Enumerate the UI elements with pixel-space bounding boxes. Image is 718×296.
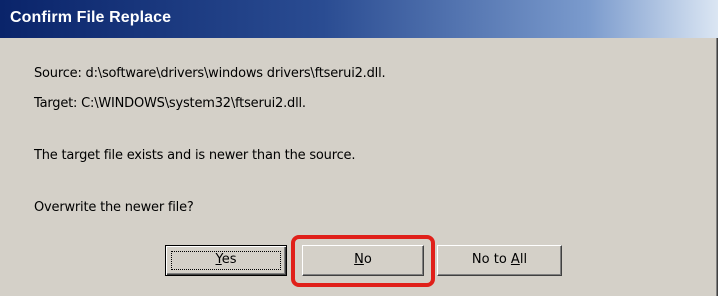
no-mnemonic: N bbox=[354, 252, 364, 267]
yes-button[interactable]: Yes bbox=[165, 245, 287, 276]
target-path-text: Target: C:\WINDOWS\system32\ftserui2.dll… bbox=[34, 96, 306, 111]
yes-label-rest: es bbox=[221, 252, 237, 267]
source-path-text: Source: d:\software\drivers\windows driv… bbox=[34, 66, 386, 81]
no-to-all-label-rest: ll bbox=[519, 252, 528, 267]
no-to-all-button[interactable]: No to All bbox=[437, 245, 562, 276]
dialog-title: Confirm File Replace bbox=[10, 9, 172, 26]
newer-file-message: The target file exists and is newer than… bbox=[34, 148, 356, 163]
no-button[interactable]: No bbox=[302, 245, 424, 276]
title-bar[interactable]: Confirm File Replace bbox=[0, 0, 718, 38]
confirm-file-replace-dialog: Confirm File Replace Source: d:\software… bbox=[0, 0, 718, 296]
no-to-all-mnemonic: A bbox=[510, 252, 520, 267]
no-to-all-prefix: No to bbox=[471, 252, 511, 267]
overwrite-question: Overwrite the newer file? bbox=[34, 200, 194, 215]
no-label-rest: o bbox=[363, 252, 372, 267]
